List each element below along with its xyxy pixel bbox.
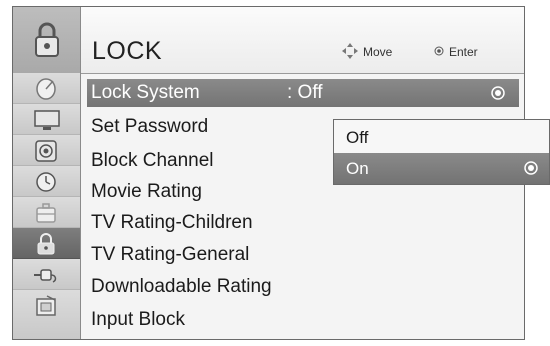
radio-selected-icon bbox=[491, 86, 505, 100]
radio-selected-icon bbox=[524, 161, 538, 175]
hint-move-label: Move bbox=[363, 45, 393, 59]
sidebar-item-audio[interactable] bbox=[13, 135, 80, 166]
menu-item-label: Input Block bbox=[91, 309, 185, 330]
menu-item-label: Downloadable Rating bbox=[91, 276, 272, 297]
menu-item-label: Movie Rating bbox=[91, 181, 202, 202]
menu-item-label: Block Channel bbox=[91, 150, 214, 171]
briefcase-icon bbox=[36, 203, 56, 223]
lock-system-value: : Off bbox=[287, 82, 323, 103]
sidebar-item-option[interactable] bbox=[13, 197, 80, 228]
menu-item-label: TV Rating-Children bbox=[91, 212, 253, 233]
plug-icon bbox=[34, 269, 57, 283]
padlock-icon bbox=[35, 22, 59, 57]
menu-item-label: Lock System bbox=[91, 82, 200, 103]
menu-item-label: TV Rating-General bbox=[91, 244, 250, 265]
header: LOCK Move Enter bbox=[13, 7, 524, 74]
sidebar-item-support[interactable] bbox=[13, 290, 80, 339]
satellite-dish-icon bbox=[36, 78, 56, 100]
support-icon bbox=[36, 295, 56, 316]
sidebar-item-input[interactable] bbox=[13, 259, 80, 290]
move-arrows-icon bbox=[342, 43, 358, 59]
hint-enter-label: Enter bbox=[449, 45, 478, 59]
dropdown-option-on[interactable]: On bbox=[334, 153, 549, 184]
dropdown-option-off[interactable]: Off bbox=[334, 122, 549, 153]
menu-item-input-block[interactable]: Input Block bbox=[87, 306, 519, 334]
lock-menu-list: Lock System : Off Set Password Block Cha… bbox=[81, 73, 524, 339]
clock-icon bbox=[36, 172, 56, 192]
lock-system-dropdown: Off On bbox=[333, 119, 550, 185]
menu-item-tv-rating-general[interactable]: TV Rating-General bbox=[87, 241, 519, 269]
monitor-icon bbox=[34, 110, 60, 130]
sidebar-item-lock[interactable] bbox=[13, 228, 80, 259]
sidebar-item-time[interactable] bbox=[13, 166, 80, 197]
speaker-icon bbox=[35, 140, 57, 162]
menu-item-tv-rating-children[interactable]: TV Rating-Children bbox=[87, 209, 519, 237]
dropdown-option-label: Off bbox=[346, 128, 369, 147]
enter-circle-icon bbox=[434, 46, 444, 56]
page-title: LOCK bbox=[92, 37, 163, 65]
sidebar-item-channel[interactable] bbox=[13, 73, 80, 104]
menu-item-downloadable-rating[interactable]: Downloadable Rating bbox=[87, 273, 519, 301]
menu-item-label: Set Password bbox=[91, 116, 209, 137]
sidebar-item-picture[interactable] bbox=[13, 104, 80, 135]
category-sidebar bbox=[13, 73, 81, 339]
dropdown-option-label: On bbox=[346, 159, 369, 178]
menu-item-lock-system[interactable]: Lock System : Off bbox=[87, 79, 519, 107]
header-icon-cell bbox=[13, 7, 81, 73]
padlock-icon bbox=[37, 233, 55, 255]
